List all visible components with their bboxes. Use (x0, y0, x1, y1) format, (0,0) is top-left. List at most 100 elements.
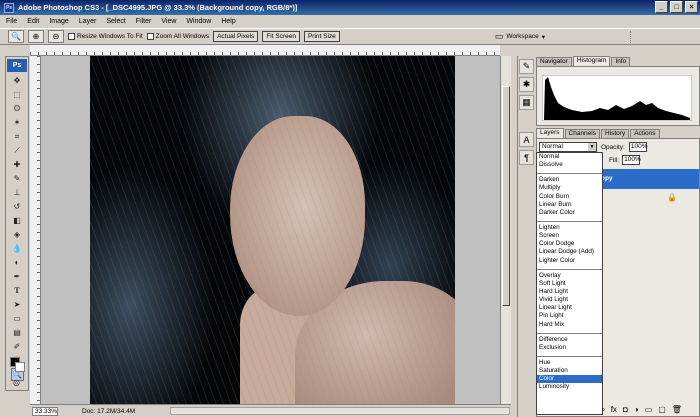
new-layer-icon[interactable]: ▢ (658, 405, 666, 414)
blend-option[interactable]: Color Dodge (537, 240, 602, 248)
opacity-input[interactable]: 100% (628, 142, 647, 152)
eraser-tool-icon[interactable]: ◧ (11, 214, 24, 227)
blend-option[interactable]: Lighter Color (537, 257, 602, 265)
zoom-in-icon[interactable]: ⊕ (28, 30, 44, 43)
trash-icon[interactable]: 🗑 (672, 405, 682, 414)
type-tool-icon[interactable]: T (11, 284, 24, 297)
background-color-swatch[interactable] (15, 362, 25, 372)
blend-option[interactable]: Screen (537, 232, 602, 240)
blend-mode-select[interactable]: Normal ▼ (539, 142, 597, 152)
path-selection-tool-icon[interactable]: ➤ (11, 298, 24, 311)
vertical-scrollbar[interactable] (500, 56, 511, 404)
eyedropper-tool-icon[interactable]: ✐ (11, 340, 24, 353)
zoom-all-windows-checkbox[interactable]: Zoom All Windows (146, 33, 209, 40)
blend-option[interactable]: Dissolve (537, 161, 602, 169)
new-group-icon[interactable]: ▭ (645, 405, 653, 414)
horizontal-scrollbar[interactable] (170, 407, 510, 415)
tab-info[interactable]: Info (611, 57, 631, 66)
blend-option[interactable]: Color Burn (537, 193, 602, 201)
marquee-tool-icon[interactable]: ⬚ (11, 88, 24, 101)
resize-windows-checkbox[interactable]: Resize Windows To Fit (68, 33, 143, 40)
fill-input[interactable]: 100% (622, 155, 641, 165)
magic-wand-tool-icon[interactable]: ✶ (11, 116, 24, 129)
menu-filter[interactable]: Filter (136, 18, 152, 25)
blend-option[interactable]: Normal (537, 153, 602, 161)
shape-tool-icon[interactable]: ▭ (11, 312, 24, 325)
blend-option-highlighted[interactable]: Color (537, 375, 602, 384)
blend-option[interactable]: Hard Light (537, 288, 602, 296)
adjustment-layer-icon[interactable]: ◑ (634, 405, 639, 414)
menu-help[interactable]: Help (221, 18, 235, 25)
brushes-panel-icon[interactable]: ✎ (519, 59, 534, 74)
blend-option[interactable]: Darken (537, 176, 602, 184)
dodge-tool-icon[interactable]: ◐ (11, 256, 24, 269)
bridge-icon[interactable]: ▭ (495, 31, 504, 42)
menu-window[interactable]: Window (186, 18, 211, 25)
workspace-dropdown[interactable]: ▭ Workspace ▾ (495, 31, 545, 42)
menu-view[interactable]: View (161, 18, 176, 25)
tab-actions[interactable]: Actions (630, 129, 660, 138)
fit-screen-button[interactable]: Fit Screen (262, 31, 300, 42)
blend-option[interactable]: Pin Light (537, 312, 602, 320)
blend-option[interactable]: Luminosity (537, 383, 602, 391)
blur-tool-icon[interactable]: 💧 (11, 242, 24, 255)
blend-option[interactable]: Hard Mix (537, 321, 602, 329)
photoshop-logo: Ps (7, 59, 27, 72)
document-canvas[interactable] (41, 56, 500, 404)
panel-grip[interactable] (630, 31, 640, 43)
blend-option[interactable]: Overlay (537, 272, 602, 280)
tab-histogram[interactable]: Histogram (572, 56, 611, 66)
actual-pixels-button[interactable]: Actual Pixels (213, 31, 259, 42)
menu-image[interactable]: Image (49, 18, 68, 25)
layer-comps-icon[interactable]: ▦ (519, 95, 534, 110)
pen-tool-icon[interactable]: ✒ (11, 270, 24, 283)
blend-option[interactable]: Difference (537, 336, 602, 344)
lasso-tool-icon[interactable]: ʘ (11, 102, 24, 115)
close-button[interactable]: × (685, 1, 698, 13)
blend-option[interactable]: Exclusion (537, 344, 602, 352)
tab-channels[interactable]: Channels (564, 129, 600, 138)
zoom-out-icon[interactable]: ⊖ (48, 30, 64, 43)
layer-mask-icon[interactable]: ◘ (623, 405, 628, 414)
crop-tool-icon[interactable]: ⌗ (11, 130, 24, 143)
clone-stamp-tool-icon[interactable]: ⊥ (11, 186, 24, 199)
vertical-scroll-thumb[interactable] (502, 86, 510, 306)
healing-brush-tool-icon[interactable]: ✚ (11, 158, 24, 171)
tab-history[interactable]: History (600, 129, 630, 138)
zoom-level-field[interactable]: 33.33% (32, 406, 58, 416)
slice-tool-icon[interactable]: ⟋ (11, 144, 24, 157)
blend-option[interactable]: Darker Color (537, 209, 602, 217)
blend-option[interactable]: Multiply (537, 184, 602, 192)
tab-layers[interactable]: Layers (536, 128, 564, 138)
brush-tool-icon[interactable]: ✎ (11, 172, 24, 185)
menu-file[interactable]: File (6, 18, 17, 25)
layer-style-icon[interactable]: fx (611, 405, 617, 414)
character-panel-icon[interactable]: A (519, 132, 534, 147)
move-tool-icon[interactable]: ✥ (11, 74, 24, 87)
notes-tool-icon[interactable]: ▤ (11, 326, 24, 339)
blend-option[interactable]: Linear Dodge (Add) (537, 248, 602, 256)
menu-select[interactable]: Select (106, 18, 125, 25)
minimize-button[interactable]: _ (655, 1, 668, 13)
paragraph-panel-icon[interactable]: ¶ (519, 150, 534, 165)
blend-option[interactable]: Linear Burn (537, 201, 602, 209)
document-size-info[interactable]: Doc: 17.2M/34.4M (82, 408, 135, 415)
blend-mode-dropdown: Normal Dissolve Darken Multiply Color Bu… (536, 152, 603, 415)
history-brush-tool-icon[interactable]: ↺ (11, 200, 24, 213)
menu-edit[interactable]: Edit (27, 18, 39, 25)
menu-layer[interactable]: Layer (79, 18, 97, 25)
blend-option[interactable]: Linear Light (537, 304, 602, 312)
blend-option[interactable]: Saturation (537, 367, 602, 375)
quick-mask-icon[interactable]: ◎ (10, 376, 23, 389)
paint-bucket-tool-icon[interactable]: ◈ (11, 228, 24, 241)
maximize-button[interactable]: □ (670, 1, 683, 13)
blend-option[interactable]: Vivid Light (537, 296, 602, 304)
zoom-tool-preset-icon[interactable]: 🔍 (8, 30, 24, 43)
tool-presets-icon[interactable]: ✱ (519, 77, 534, 92)
blend-option[interactable]: Soft Light (537, 280, 602, 288)
print-size-button[interactable]: Print Size (303, 31, 340, 42)
selected-layer-row[interactable]: opy (599, 169, 699, 189)
tab-navigator[interactable]: Navigator (536, 57, 572, 66)
blend-option[interactable]: Hue (537, 359, 602, 367)
blend-option[interactable]: Lighten (537, 224, 602, 232)
